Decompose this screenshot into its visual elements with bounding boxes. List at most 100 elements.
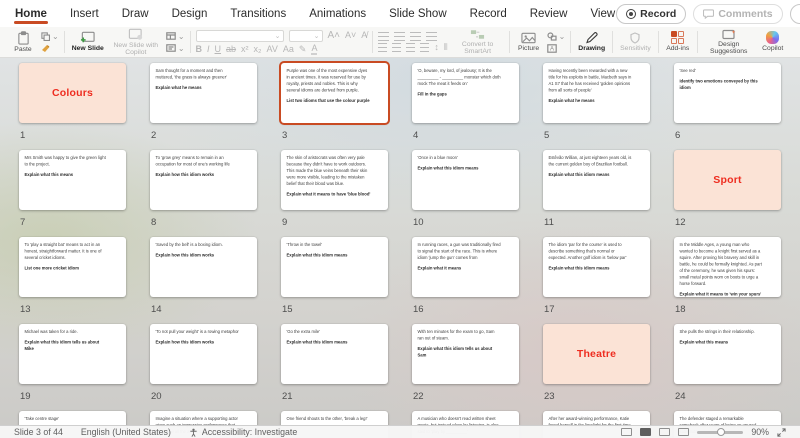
zoom-slider-knob[interactable] <box>716 428 725 436</box>
clear-formatting-button[interactable]: A̸ <box>361 31 367 40</box>
language-indicator[interactable]: English (United States) <box>81 427 171 437</box>
slide-thumbnail-13[interactable]: To 'play a straight bat' means to act in… <box>19 237 126 297</box>
align-left-button[interactable] <box>378 43 388 52</box>
tab-animations[interactable]: Animations <box>308 2 367 25</box>
drawing-button[interactable]: Drawing <box>576 31 607 52</box>
reading-view-button[interactable] <box>659 428 671 436</box>
slide-thumbnail-10[interactable]: 'Once in a blue moon' Explain what this i… <box>412 150 519 210</box>
normal-view-button[interactable] <box>621 428 633 436</box>
font-color-button[interactable]: A <box>311 43 318 55</box>
align-center-button[interactable] <box>392 43 402 52</box>
picture-button[interactable]: Picture <box>515 32 543 52</box>
design-suggestions-button[interactable]: Design Suggestions <box>703 29 755 56</box>
character-spacing-button[interactable]: AV <box>267 44 278 54</box>
comments-button[interactable]: Comments <box>693 3 783 24</box>
present-in-teams-button[interactable]: Present in Teams <box>789 3 800 24</box>
line-spacing-button[interactable]: ↕ <box>434 43 439 52</box>
font-size-select[interactable]: ⌄ <box>288 29 323 42</box>
copy-chevron-icon: ⌄ <box>52 31 59 41</box>
slide-sorter-canvas: Colours 1 Sam thought for a moment and the… <box>0 58 800 438</box>
slide-thumbnail-19[interactable]: Michael was taken for a ride. Explain wha… <box>19 324 126 384</box>
tab-insert[interactable]: Insert <box>69 2 100 25</box>
text-highlight-button[interactable]: ✎ <box>299 44 307 54</box>
slide-thumbnail-9[interactable]: The skin of aristocrats was often very p… <box>281 150 388 210</box>
slide-text-content: With ten minutes for the exam to go, Sam… <box>412 324 507 363</box>
new-slide-with-copilot-button[interactable]: New Slide with Copilot <box>110 28 162 57</box>
decrease-indent-button[interactable] <box>410 32 422 41</box>
slide-layout-button[interactable]: ⌄ <box>166 32 185 41</box>
tab-view[interactable]: View <box>589 2 616 25</box>
slide-thumbnail-5[interactable]: Having recently been rewarded with a new… <box>543 63 650 123</box>
slide-thumbnail-15[interactable]: 'Throw in the towel' Explain what this id… <box>281 237 388 297</box>
increase-font-button[interactable]: A˄ <box>328 30 341 41</box>
copy-button[interactable]: ⌄ <box>41 32 59 41</box>
slide-sorter-view-button[interactable] <box>640 428 652 436</box>
tab-draw[interactable]: Draw <box>121 2 150 25</box>
slide-cell: 'Go the extra mile' Explain what this idi… <box>281 324 388 411</box>
slide-thumbnail-11[interactable]: Estêvão Willian, at just eighteen years … <box>543 150 650 210</box>
tab-slide-show[interactable]: Slide Show <box>388 2 448 25</box>
slide-number: 1 <box>20 130 26 141</box>
decrease-font-button[interactable]: A˅ <box>345 31 356 40</box>
paste-button[interactable]: Paste <box>9 30 37 53</box>
slide-text-content: In running races, a gun was traditionall… <box>412 237 507 276</box>
format-painter-button[interactable] <box>41 44 59 53</box>
slide-thumbnail-20[interactable]: 'To not pull your weight' is a rowing me… <box>150 324 257 384</box>
tab-review[interactable]: Review <box>529 2 569 25</box>
shapes-button[interactable]: ⌄ <box>546 32 565 41</box>
slide-cell: 'O, beware, my lord, of jealousy; It is … <box>412 63 519 150</box>
bullets-button[interactable] <box>378 32 390 41</box>
slide-thumbnail-21[interactable]: 'Go the extra mile' Explain what this idi… <box>281 324 388 384</box>
slide-thumbnail-8[interactable]: To 'grow grey' means to remain in an occ… <box>150 150 257 210</box>
slide-title-text: Theatre <box>576 348 617 360</box>
align-right-button[interactable] <box>406 43 416 52</box>
underline-button[interactable]: U <box>215 44 222 54</box>
zoom-slider[interactable] <box>697 428 744 436</box>
slide-thumbnail-18[interactable]: In the Middle Ages, a young man who want… <box>674 237 781 297</box>
slide-prompt-text: List one more cricket idiom <box>24 265 79 271</box>
expand-view-icon[interactable] <box>777 427 786 437</box>
slide-thumbnail-17[interactable]: The idiom 'par for the course' is used t… <box>543 237 650 297</box>
slide-thumbnail-7[interactable]: Mrs Smith was happy to give the green li… <box>19 150 126 210</box>
text-box-button[interactable]: A <box>546 43 566 53</box>
slide-text-content: Michael was taken for a ride. Explain wha… <box>19 324 114 357</box>
bold-button[interactable]: B <box>196 44 203 54</box>
slide-thumbnail-22[interactable]: With ten minutes for the exam to go, Sam… <box>412 324 519 384</box>
tab-design[interactable]: Design <box>171 2 209 25</box>
slide-thumbnail-6[interactable]: 'See red' Identify two emotions conveyed … <box>674 63 781 123</box>
slide-prompt-text: Explain what this idiom means <box>417 165 479 171</box>
slide-thumbnail-23[interactable]: Theatre <box>543 324 650 384</box>
record-button[interactable]: Record <box>616 3 687 24</box>
slide-thumbnail-1[interactable]: Colours <box>19 63 126 123</box>
tab-transitions[interactable]: Transitions <box>229 2 287 25</box>
convert-to-smartart-button[interactable]: Convert to SmartArt <box>452 29 504 56</box>
slide-thumbnail-4[interactable]: 'O, beware, my lord, of jealousy; It is … <box>412 63 519 123</box>
slide-thumbnail-16[interactable]: In running races, a gun was traditionall… <box>412 237 519 297</box>
slide-reset-button[interactable]: ⌄ <box>166 44 185 53</box>
justify-button[interactable] <box>420 43 430 52</box>
slide-thumbnail-2[interactable]: Sam thought for a moment and then mutter… <box>150 63 257 123</box>
accessibility-status[interactable]: Accessibility: Investigate <box>189 427 297 437</box>
superscript-button[interactable]: x² <box>241 44 249 54</box>
addins-button[interactable]: Add-ins <box>664 31 692 52</box>
italic-button[interactable]: I <box>207 44 210 54</box>
slide-grid: Colours 1 Sam thought for a moment and the… <box>0 58 800 438</box>
slide-thumbnail-3[interactable]: Purple was one of the most expensive dye… <box>281 63 388 123</box>
increase-indent-button[interactable] <box>426 32 438 41</box>
slide-number: 2 <box>151 130 157 141</box>
strikethrough-button[interactable]: ab <box>226 44 236 54</box>
slideshow-button[interactable] <box>678 428 690 436</box>
font-name-select[interactable]: ⌄ <box>195 29 284 42</box>
subscript-button[interactable]: x₂ <box>254 44 262 54</box>
columns-button[interactable]: ⫴ <box>444 43 448 52</box>
sensitivity-button[interactable]: Sensitivity <box>618 32 653 52</box>
change-case-button[interactable]: Aa <box>283 44 294 54</box>
slide-thumbnail-24[interactable]: She pulls the strings in their relations… <box>674 324 781 384</box>
tab-home[interactable]: Home <box>14 2 48 25</box>
numbering-button[interactable] <box>394 32 406 41</box>
slide-thumbnail-12[interactable]: Sport <box>674 150 781 210</box>
slide-thumbnail-14[interactable]: 'Saved by the bell' is a boxing idiom. Ex… <box>150 237 257 297</box>
new-slide-button[interactable]: New Slide <box>70 31 106 52</box>
tab-record[interactable]: Record <box>469 2 508 25</box>
copilot-button[interactable]: Copilot <box>759 31 787 52</box>
